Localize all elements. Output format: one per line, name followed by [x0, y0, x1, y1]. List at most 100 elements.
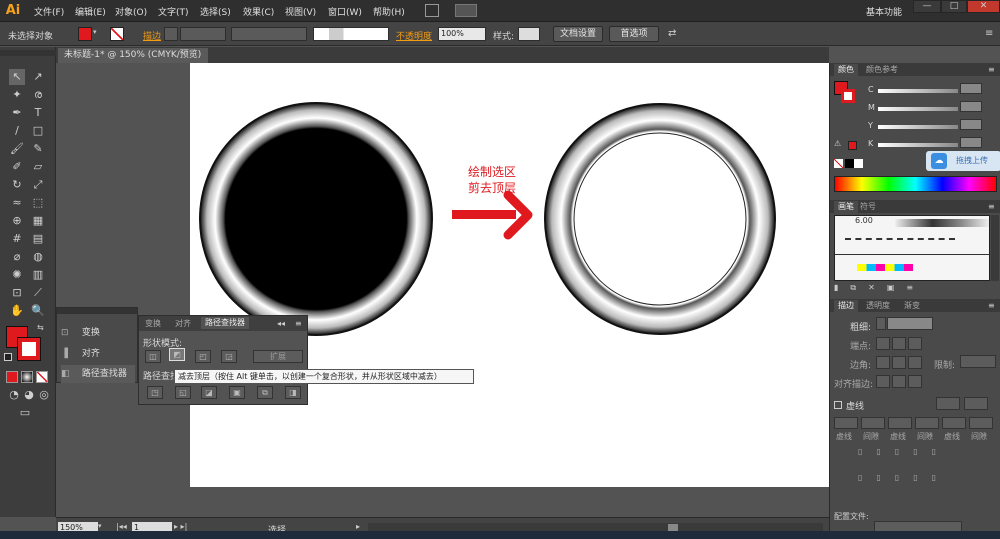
artboard-tool-icon[interactable]: ⊡: [9, 285, 25, 301]
preferences-button[interactable]: 首选项: [609, 26, 659, 42]
trim-icon[interactable]: ◱: [175, 386, 191, 399]
weight-field[interactable]: [887, 317, 933, 330]
magic-wand-tool-icon[interactable]: ✦: [9, 87, 25, 103]
brush-scrollbar[interactable]: [991, 215, 999, 281]
stroke-weight-field[interactable]: [180, 27, 226, 41]
tab-transparency[interactable]: 透明度: [866, 300, 890, 312]
butt-cap-icon[interactable]: [876, 337, 890, 350]
panel-menu-icon[interactable]: ≡: [295, 318, 302, 330]
screen-mode-icon[interactable]: ▭: [17, 405, 33, 421]
column-graph-tool-icon[interactable]: ▥: [30, 267, 46, 283]
black-swatch[interactable]: [845, 159, 854, 168]
stroke-swatch[interactable]: [110, 27, 124, 41]
chevron-down-icon[interactable]: ▾: [93, 28, 101, 40]
brush-panel-menu-icon[interactable]: ≡: [988, 201, 995, 213]
swap-colors-icon[interactable]: ⇆: [37, 323, 47, 333]
direct-selection-tool-icon[interactable]: ↗: [30, 69, 46, 85]
gradient-mode-icon[interactable]: [21, 371, 33, 383]
menu-edit[interactable]: 编辑(E): [75, 5, 106, 18]
round-join-icon[interactable]: [892, 356, 906, 369]
channel-k-slider[interactable]: [878, 143, 958, 147]
right-ring[interactable]: [544, 103, 776, 335]
document-setup-button[interactable]: 文档设置: [553, 26, 603, 42]
preserve-dashes-icon[interactable]: [936, 397, 960, 410]
channel-y-field[interactable]: [960, 119, 982, 130]
align-center-icon[interactable]: [876, 375, 890, 388]
color-mode-icon[interactable]: [6, 371, 18, 383]
draw-normal-icon[interactable]: ◔: [6, 387, 22, 403]
zoom-tool-icon[interactable]: 🔍: [30, 303, 46, 319]
align-outside-icon[interactable]: [908, 375, 922, 388]
tab-brushes[interactable]: 画笔: [834, 201, 858, 213]
menu-select[interactable]: 选择(S): [200, 5, 231, 18]
gradient-tool-icon[interactable]: ▤: [30, 231, 46, 247]
dashed-line-checkbox[interactable]: [834, 401, 842, 409]
tab-align[interactable]: 对齐: [175, 318, 191, 330]
menu-view[interactable]: 视图(V): [285, 5, 316, 18]
mesh-tool-icon[interactable]: #: [9, 231, 25, 247]
none-mode-icon[interactable]: [36, 371, 48, 383]
limit-field[interactable]: [960, 355, 996, 368]
blend-tool-icon[interactable]: ◍: [30, 249, 46, 265]
white-swatch[interactable]: [854, 159, 863, 168]
channel-m-field[interactable]: [960, 101, 982, 112]
draw-behind-icon[interactable]: ◕: [21, 387, 37, 403]
dock-item-transform[interactable]: ⊡ 变换: [61, 324, 135, 342]
perspective-grid-tool-icon[interactable]: ▦: [30, 213, 46, 229]
arrowheads-row[interactable]: ▯▯▯▯▯: [858, 447, 988, 459]
tab-symbols[interactable]: 符号: [860, 201, 876, 213]
rectangle-tool-icon[interactable]: □: [30, 123, 46, 139]
gamut-warning-icon[interactable]: ⚠: [834, 139, 844, 149]
menu-file[interactable]: 文件(F): [34, 5, 64, 18]
blob-brush-tool-icon[interactable]: ✐: [9, 159, 25, 175]
brush-definition-dropdown[interactable]: [313, 27, 389, 41]
none-swatch[interactable]: [834, 159, 843, 168]
toolbox-grip[interactable]: [0, 50, 56, 56]
channel-y-slider[interactable]: [878, 125, 958, 129]
eyedropper-tool-icon[interactable]: ⌀: [9, 249, 25, 265]
brush-library[interactable]: 6.00: [834, 215, 990, 281]
tab-color[interactable]: 颜色: [834, 64, 858, 76]
bevel-join-icon[interactable]: [908, 356, 922, 369]
crop-icon[interactable]: ▣: [229, 386, 245, 399]
exclude-icon[interactable]: ◲: [221, 350, 237, 363]
stroke-weight-stepper[interactable]: [164, 27, 178, 41]
warp-tool-icon[interactable]: ≈: [9, 195, 25, 211]
channel-m-slider[interactable]: [878, 107, 958, 111]
align-inside-icon[interactable]: [892, 375, 906, 388]
collapse-icon[interactable]: ◂◂: [277, 318, 285, 330]
gap-1-field[interactable]: [861, 417, 885, 429]
slice-tool-icon[interactable]: ⟋: [30, 285, 46, 301]
gap-2-field[interactable]: [915, 417, 939, 429]
stroke-color-box[interactable]: [17, 337, 41, 361]
stroke-panel-menu-icon[interactable]: ≡: [988, 300, 995, 312]
pen-tool-icon[interactable]: ✒: [9, 105, 25, 121]
dock-item-pathfinder[interactable]: ◧ 路径查找器: [61, 365, 135, 383]
minus-back-icon[interactable]: ◨: [285, 386, 301, 399]
menu-effect[interactable]: 效果(C): [243, 5, 274, 18]
weight-stepper[interactable]: [876, 317, 886, 330]
close-button[interactable]: ✕: [967, 0, 1000, 13]
opacity-field[interactable]: 100%: [438, 27, 486, 41]
tab-pathfinder[interactable]: 路径查找器: [201, 317, 249, 329]
miter-join-icon[interactable]: [876, 356, 890, 369]
tab-color-guide[interactable]: 颜色参考: [866, 64, 898, 76]
default-colors-icon[interactable]: [4, 353, 12, 361]
channel-c-slider[interactable]: [878, 89, 958, 93]
lasso-tool-icon[interactable]: ര: [30, 87, 46, 103]
channel-c-field[interactable]: [960, 83, 982, 94]
bridge-icon[interactable]: [425, 4, 439, 17]
color-spectrum[interactable]: [834, 176, 997, 192]
symbol-sprayer-tool-icon[interactable]: ✺: [9, 267, 25, 283]
left-circle[interactable]: [199, 102, 433, 336]
variable-width-dropdown[interactable]: [231, 27, 307, 41]
stroke-label[interactable]: 描边: [143, 29, 161, 42]
dash-2-field[interactable]: [888, 417, 912, 429]
options-icon[interactable]: ⇄: [668, 28, 690, 40]
pencil-tool-icon[interactable]: ✎: [30, 141, 46, 157]
type-tool-icon[interactable]: T: [30, 105, 46, 121]
tab-stroke[interactable]: 描边: [834, 300, 858, 312]
divide-icon[interactable]: ◳: [147, 386, 163, 399]
tab-gradient[interactable]: 渐变: [904, 300, 920, 312]
dock-item-align[interactable]: ▐ 对齐: [61, 345, 135, 363]
